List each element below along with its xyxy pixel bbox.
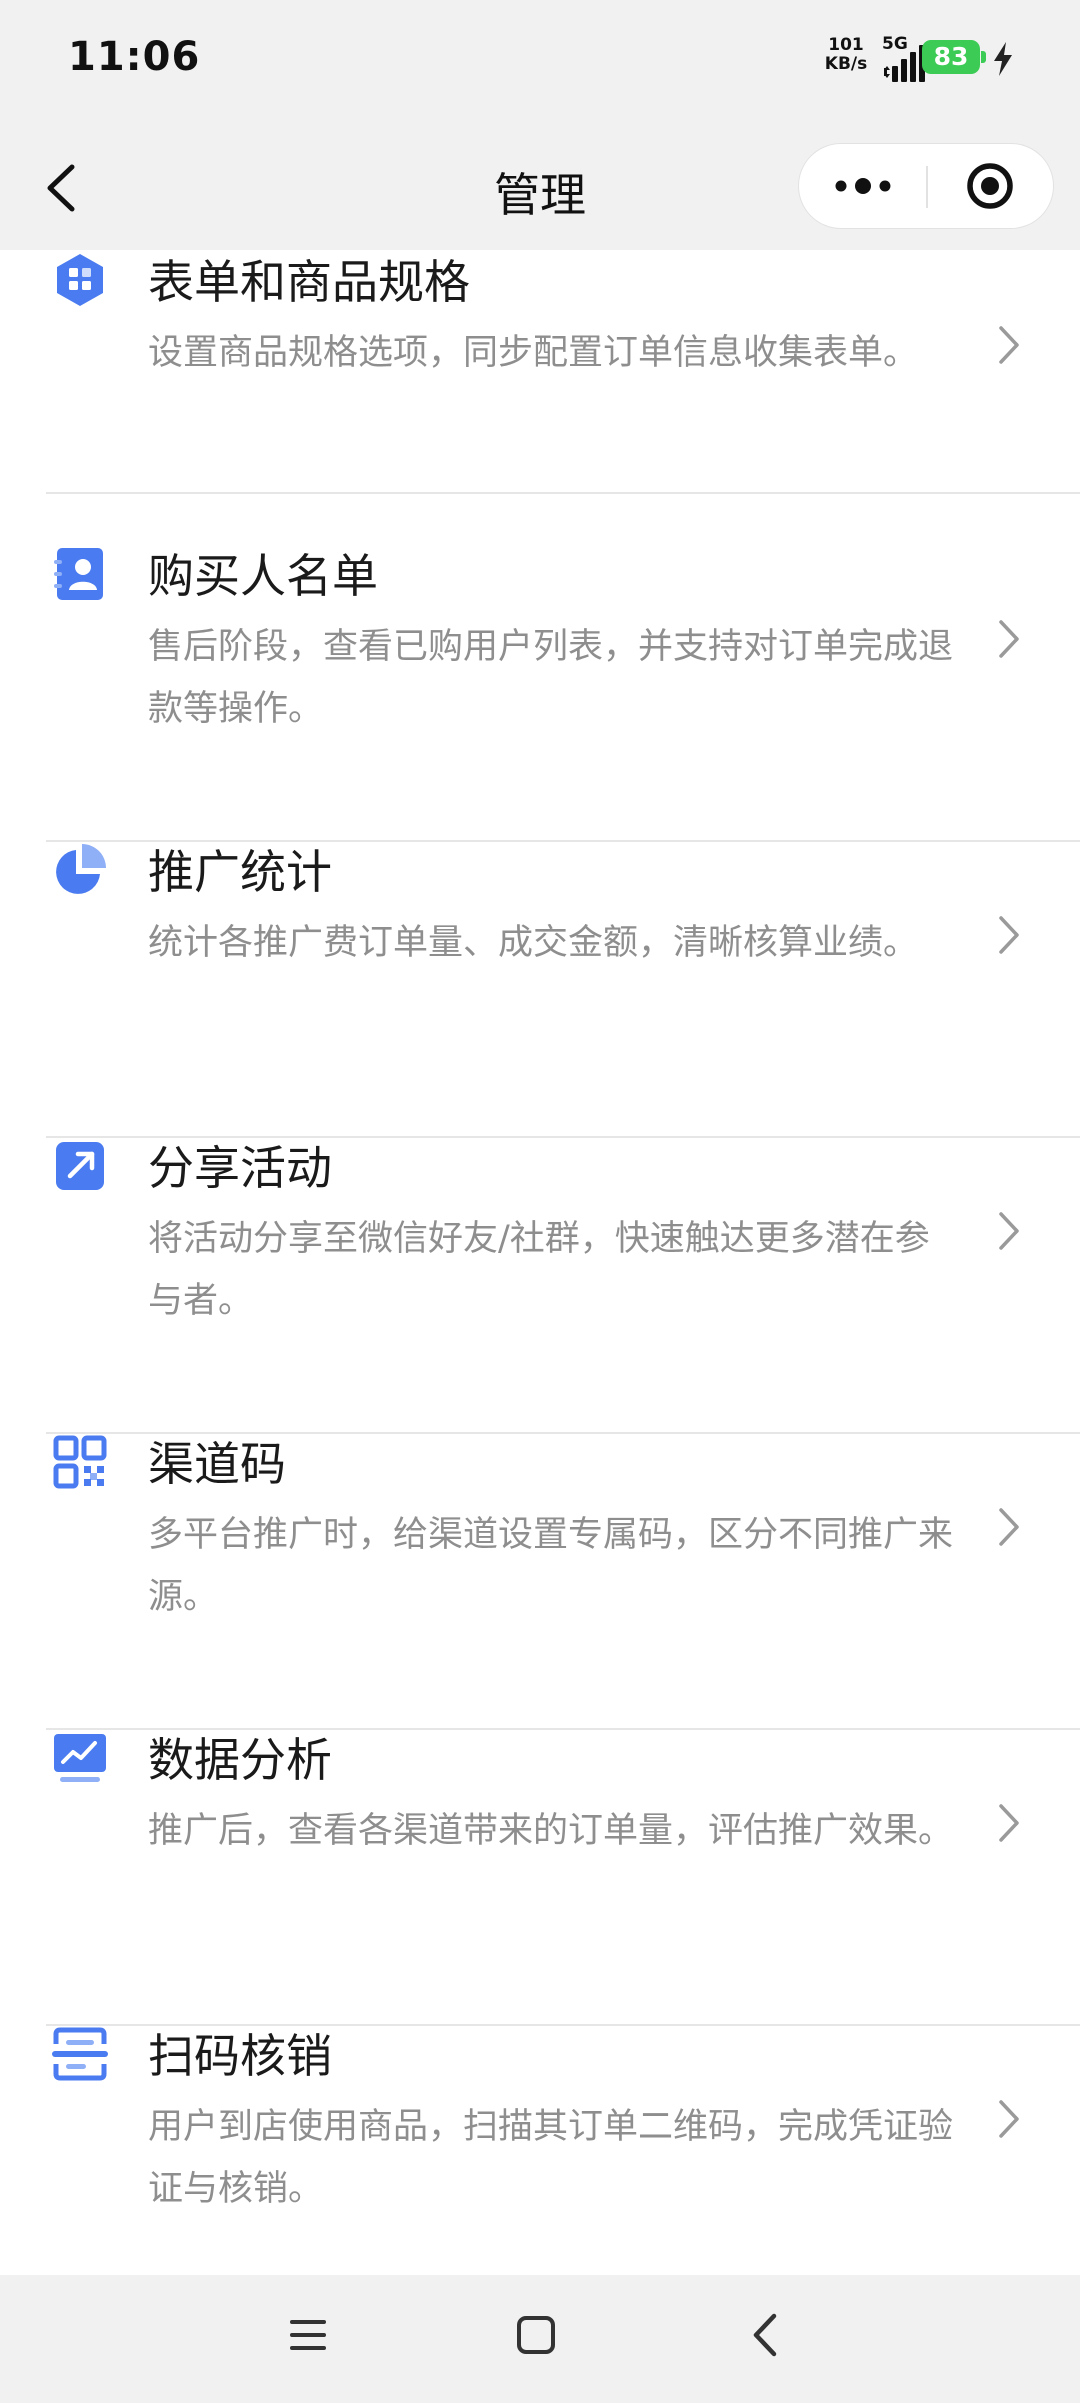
management-list: 表单和商品规格 设置商品规格选项，同步配置订单信息收集表单。 购买人名单 售后阶…: [0, 250, 1080, 2270]
chevron-right-icon: [999, 326, 1019, 364]
system-navigation-bar: [0, 2275, 1080, 2403]
trend-chart-icon: [54, 1734, 106, 1782]
share-arrow-icon: [56, 1142, 104, 1190]
chevron-right-icon: [999, 620, 1019, 658]
list-item-scan-verify[interactable]: 扫码核销 用户到店使用商品，扫描其订单二维码，完成凭证验证与核销。: [46, 2026, 1080, 2270]
chevron-right-icon: [999, 1508, 1019, 1546]
item-description: 用户到店使用商品，扫描其订单二维码，完成凭证验证与核销。: [148, 2107, 954, 2209]
list-item-buyer-list[interactable]: 购买人名单 售后阶段，查看已购用户列表，并支持对订单完成退款等操作。: [46, 546, 1080, 842]
qr-code-icon: [53, 1435, 107, 1489]
item-description: 售后阶段，查看已购用户列表，并支持对订单完成退款等操作。: [148, 627, 954, 729]
net-speed-unit: KB/s: [824, 54, 868, 74]
item-description: 推广后，查看各渠道带来的订单量，评估推广效果。: [148, 1811, 954, 1851]
back-nav-icon[interactable]: [748, 2311, 782, 2359]
list-item-promotion-stats[interactable]: 推广统计 统计各推广费订单量、成交金额，清晰核算业绩。: [46, 842, 1080, 1138]
chevron-right-icon: [999, 2100, 1019, 2138]
item-description: 设置商品规格选项，同步配置订单信息收集表单。: [148, 333, 919, 373]
divider: [46, 492, 1080, 494]
item-title: 扫码核销: [148, 2029, 332, 2083]
item-title: 渠道码: [148, 1437, 286, 1491]
target-icon[interactable]: [928, 144, 1052, 228]
list-item-data-analysis[interactable]: 数据分析 推广后，查看各渠道带来的订单量，评估推广效果。: [46, 1730, 1080, 2026]
chevron-right-icon: [999, 1804, 1019, 1842]
net-speed-value: 101: [828, 35, 864, 55]
battery-level: 83: [922, 40, 980, 74]
contact-card-icon: [54, 548, 103, 600]
item-title: 推广统计: [148, 845, 332, 899]
navigation-bar: 管理: [0, 125, 1080, 250]
item-description: 多平台推广时，给渠道设置专属码，区分不同推广来源。: [148, 1515, 954, 1617]
form-grid-icon: [57, 254, 103, 306]
net-speed: 101 KB/s: [820, 36, 872, 74]
item-title: 表单和商品规格: [148, 255, 470, 309]
chevron-right-icon: [999, 916, 1019, 954]
item-title: 购买人名单: [148, 549, 378, 603]
chevron-right-icon: [999, 1212, 1019, 1250]
item-description: 统计各推广费订单量、成交金额，清晰核算业绩。: [148, 923, 919, 963]
more-dots-icon[interactable]: [799, 144, 926, 228]
pie-chart-icon: [56, 844, 106, 894]
item-title: 数据分析: [148, 1733, 332, 1787]
list-item-share-activity[interactable]: 分享活动 将活动分享至微信好友/社群，快速触达更多潜在参与者。: [46, 1138, 1080, 1434]
list-item-form-spec[interactable]: 表单和商品规格 设置商品规格选项，同步配置订单信息收集表单。: [46, 252, 1080, 494]
status-time: 11:06: [68, 34, 201, 80]
scan-icon: [52, 2027, 108, 2081]
item-description: 将活动分享至微信好友/社群，快速触达更多潜在参与者。: [148, 1219, 930, 1321]
status-bar: 11:06 101 KB/s 5G 83: [0, 0, 1080, 125]
menu-icon[interactable]: [288, 2315, 328, 2355]
battery-cap: [981, 51, 986, 63]
list-item-channel-code[interactable]: 渠道码 多平台推广时，给渠道设置专属码，区分不同推广来源。: [46, 1434, 1080, 1730]
home-icon[interactable]: [516, 2315, 556, 2355]
mini-program-capsule: [798, 143, 1054, 229]
charging-bolt-icon: [994, 42, 1012, 76]
item-title: 分享活动: [148, 1141, 332, 1195]
